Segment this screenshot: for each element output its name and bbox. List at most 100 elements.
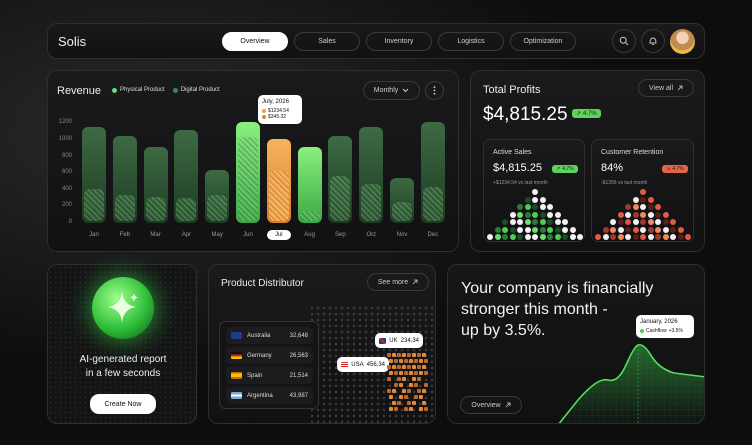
- bar-digital-mar[interactable]: [145, 197, 166, 221]
- bell-icon: [649, 37, 657, 45]
- map-region-dot: [417, 365, 421, 369]
- y-tick-label: 1200: [58, 119, 72, 126]
- bar-digital-jun[interactable]: [238, 137, 258, 221]
- x-tick-label: Jul: [266, 230, 291, 240]
- map-region-dot: [414, 395, 418, 399]
- legend-digital-swatch: [172, 87, 178, 93]
- bar-digital-dec[interactable]: [422, 187, 443, 221]
- country-value: 32,648: [289, 332, 308, 339]
- retention-title: Customer Retention: [601, 149, 664, 156]
- dot-mark: [539, 226, 546, 233]
- dot-mark: [577, 234, 583, 240]
- dot-mark: [647, 204, 654, 210]
- dot-mark: [670, 219, 676, 225]
- dot-mark: [562, 226, 568, 233]
- map-region-dot: [387, 353, 391, 357]
- dot-mark: [524, 219, 531, 225]
- y-tick-label: 0: [68, 219, 72, 225]
- revenue-card: Revenue Physical Product Digital Product…: [47, 70, 459, 252]
- map-region-dot: [392, 353, 396, 357]
- dot-mark: [632, 234, 639, 240]
- x-tick-label: Feb: [119, 232, 130, 238]
- bar-digital-feb[interactable]: [114, 194, 135, 221]
- profits-change-value: 4.7%: [583, 110, 597, 117]
- dot-mark: [532, 234, 538, 240]
- tab-overview[interactable]: Overview: [222, 32, 288, 51]
- flag-germany-icon: [231, 352, 242, 359]
- dot-mark: [617, 211, 624, 218]
- app-logo[interactable]: Solis: [58, 34, 86, 49]
- dot-mark: [554, 219, 561, 225]
- tab-logistics[interactable]: Logistics: [438, 32, 504, 51]
- dot-mark: [617, 219, 624, 225]
- see-more-button[interactable]: See more: [367, 273, 429, 291]
- country-row[interactable]: Argentina 43,987: [226, 387, 313, 404]
- dot-mark: [569, 226, 576, 233]
- view-all-button[interactable]: View all: [638, 79, 694, 97]
- map-region-dot: [404, 395, 408, 399]
- create-now-button[interactable]: Create Now: [90, 394, 156, 414]
- map-region-dot: [419, 395, 423, 399]
- dot-mark: [517, 219, 523, 225]
- country-list: Australia 32,648 Germany 26,563 Spain 21,51…: [219, 321, 319, 409]
- country-row[interactable]: Spain 21,514: [226, 367, 313, 384]
- bar-digital-nov[interactable]: [392, 202, 412, 221]
- map-region-dot: [407, 389, 411, 393]
- map-region-dot: [397, 377, 401, 381]
- dot-mark: [554, 226, 561, 233]
- tab-inventory[interactable]: Inventory: [366, 32, 432, 51]
- dot-mark: [547, 211, 553, 218]
- dot-mark: [517, 234, 523, 240]
- bar-digital-jan[interactable]: [84, 188, 104, 221]
- bar-digital-sep[interactable]: [330, 176, 351, 221]
- dot-mark: [547, 204, 553, 210]
- map-region-dot: [404, 371, 408, 375]
- map-region-dot: [402, 365, 406, 369]
- x-tick-label: Aug: [304, 232, 315, 238]
- retention-value: 84%: [601, 162, 624, 174]
- country-row[interactable]: Germany 26,563: [226, 347, 313, 364]
- period-dropdown[interactable]: Monthly: [363, 81, 420, 100]
- map-region-dot: [392, 365, 396, 369]
- dot-mark: [554, 234, 561, 240]
- dot-mark: [509, 219, 516, 225]
- bar-digital-oct[interactable]: [361, 183, 382, 221]
- distributor-title: Product Distributor: [221, 278, 304, 289]
- x-tick-label: May: [211, 232, 223, 238]
- y-tick-label: 200: [61, 202, 72, 209]
- legend-physical-swatch: [112, 87, 117, 93]
- tab-optimization[interactable]: Optimization: [510, 32, 576, 51]
- dot-mark: [625, 211, 631, 218]
- dot-mark: [494, 226, 501, 233]
- bar-digital-apr[interactable]: [176, 198, 197, 221]
- tab-sales[interactable]: Sales: [294, 32, 360, 51]
- bar-digital-jul[interactable]: [268, 171, 289, 221]
- tooltip-value-2: $345.32: [268, 114, 287, 120]
- overview-button[interactable]: Overview: [460, 396, 522, 414]
- active-sales-card: Active Sales $4,815.25 ↗ 4.7% +$1234.54 v…: [483, 139, 585, 242]
- dot-mark: [655, 226, 661, 233]
- bar-digital-aug[interactable]: [299, 210, 320, 221]
- map-region-dot: [399, 383, 403, 387]
- more-options-button[interactable]: [425, 81, 444, 100]
- search-button[interactable]: [612, 29, 636, 53]
- dot-mark: [602, 234, 609, 240]
- dot-mark: [640, 211, 646, 218]
- bar-digital-may[interactable]: [207, 194, 228, 221]
- country-row[interactable]: Australia 32,648: [226, 327, 313, 344]
- user-avatar[interactable]: [670, 29, 695, 54]
- map-region-dot: [389, 359, 393, 363]
- map-region-dot: [387, 389, 391, 393]
- dot-mark: [532, 226, 538, 233]
- sparkle-icon: [108, 291, 138, 323]
- usa-value: 456,34: [366, 361, 385, 368]
- map-region-dot: [392, 401, 396, 405]
- map-region-dot: [417, 377, 421, 381]
- map-region-dot: [412, 401, 416, 405]
- map-region-dot: [409, 371, 413, 375]
- dot-mark: [539, 211, 546, 218]
- dot-mark: [640, 189, 646, 195]
- map-region-dot: [419, 359, 423, 363]
- cashflow-tooltip: January, 2026 Cashflow +3.5%: [636, 315, 694, 338]
- notification-button[interactable]: [641, 29, 665, 53]
